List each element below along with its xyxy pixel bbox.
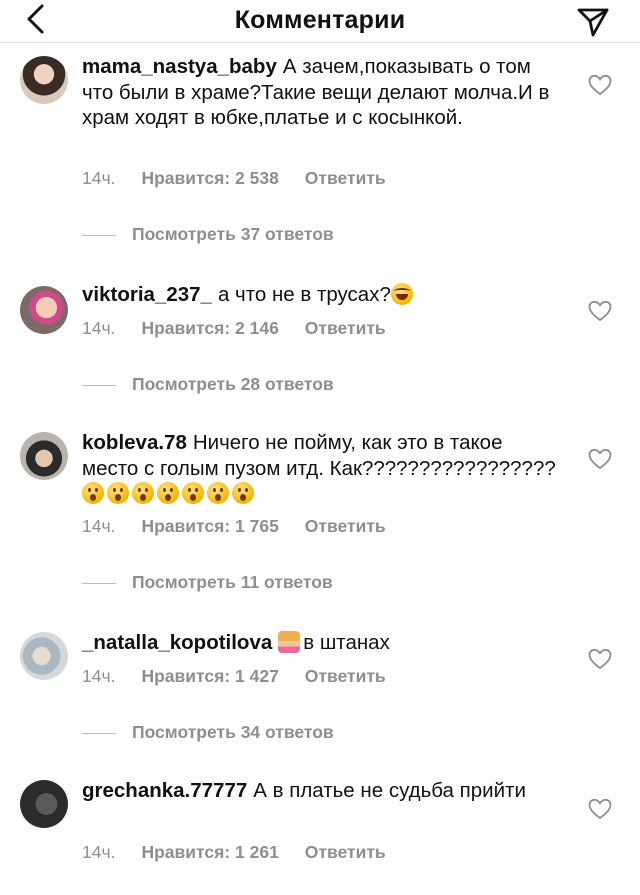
heart-icon: [588, 798, 612, 820]
astonished-emoji-icon: [207, 482, 229, 504]
avatar[interactable]: [20, 780, 68, 828]
like-button[interactable]: [588, 300, 612, 322]
like-button[interactable]: [588, 798, 612, 820]
comment-likes[interactable]: Нравится: 2 146: [141, 318, 278, 339]
heart-icon: [588, 74, 612, 96]
like-button[interactable]: [588, 448, 612, 470]
reply-button[interactable]: Ответить: [305, 168, 386, 189]
comment-time: 14ч.: [82, 318, 116, 338]
replies-divider: [82, 384, 116, 386]
page-title: Комментарии: [234, 6, 406, 34]
heart-icon: [588, 448, 612, 470]
view-replies-label: Посмотреть 34 ответов: [132, 722, 334, 742]
comment-text: А в платье не судьба прийти: [253, 779, 526, 802]
avatar[interactable]: [20, 432, 68, 480]
astonished-emoji-icon: [107, 482, 129, 504]
astonished-emoji-icon: [82, 482, 104, 504]
comment-text: а что не в трусах?: [217, 283, 391, 306]
view-replies-button[interactable]: Посмотреть 28 ответов: [82, 374, 334, 395]
comment-meta: 14ч. Нравится: 1 765 Ответить: [82, 516, 386, 537]
avatar[interactable]: [20, 286, 68, 334]
share-button[interactable]: [576, 4, 610, 38]
woman-facepalming-emoji-icon: [278, 631, 301, 653]
like-button[interactable]: [588, 648, 612, 670]
view-replies-button[interactable]: Посмотреть 11 ответов: [82, 572, 333, 593]
comment-likes[interactable]: Нравится: 1 765: [141, 516, 278, 537]
comment-likes[interactable]: Нравится: 2 538: [141, 168, 278, 189]
comment-meta: 14ч. Нравится: 1 261 Ответить: [82, 842, 386, 863]
view-replies-button[interactable]: Посмотреть 37 ответов: [82, 224, 334, 245]
reply-button[interactable]: Ответить: [305, 318, 386, 339]
comment-time: 14ч.: [82, 168, 116, 188]
comment-username[interactable]: kobleva.78: [82, 431, 187, 454]
comment-time: 14ч.: [82, 842, 116, 862]
comment-likes[interactable]: Нравится: 1 261: [141, 842, 278, 863]
comment-username[interactable]: mama_nastya_baby: [82, 55, 277, 78]
comment-meta: 14ч. Нравится: 1 427 Ответить: [82, 666, 386, 687]
comment-username[interactable]: _natalla_kopotilova: [82, 631, 272, 654]
view-replies-label: Посмотреть 37 ответов: [132, 224, 334, 244]
view-replies-label: Посмотреть 11 ответов: [132, 572, 333, 592]
comment-username[interactable]: grechanka.77777: [82, 779, 247, 802]
comment-likes[interactable]: Нравится: 1 427: [141, 666, 278, 687]
astonished-emoji-icon: [232, 482, 254, 504]
astonished-emoji-icon: [182, 482, 204, 504]
top-bar: Комментарии: [0, 0, 640, 43]
comment-meta: 14ч. Нравится: 2 538 Ответить: [82, 168, 386, 189]
reply-button[interactable]: Ответить: [305, 666, 386, 687]
comment-meta: 14ч. Нравится: 2 146 Ответить: [82, 318, 386, 339]
astonished-emoji-icon: [157, 482, 179, 504]
reply-button[interactable]: Ответить: [305, 842, 386, 863]
comment-text: в штанах: [303, 631, 390, 654]
like-button[interactable]: [588, 74, 612, 96]
avatar[interactable]: [20, 56, 68, 104]
comment-username[interactable]: viktoria_237_: [82, 283, 212, 306]
laughing-emoji-icon: [390, 283, 413, 305]
view-replies-button[interactable]: Посмотреть 34 ответов: [82, 722, 334, 743]
heart-icon: [588, 648, 612, 670]
comment-time: 14ч.: [82, 516, 116, 536]
avatar[interactable]: [20, 632, 68, 680]
replies-divider: [82, 234, 116, 236]
heart-icon: [588, 300, 612, 322]
astonished-emoji-icon: [132, 482, 154, 504]
replies-divider: [82, 732, 116, 734]
reply-button[interactable]: Ответить: [305, 516, 386, 537]
replies-divider: [82, 582, 116, 584]
paper-plane-icon: [577, 8, 609, 37]
comment-time: 14ч.: [82, 666, 116, 686]
view-replies-label: Посмотреть 28 ответов: [132, 374, 334, 394]
